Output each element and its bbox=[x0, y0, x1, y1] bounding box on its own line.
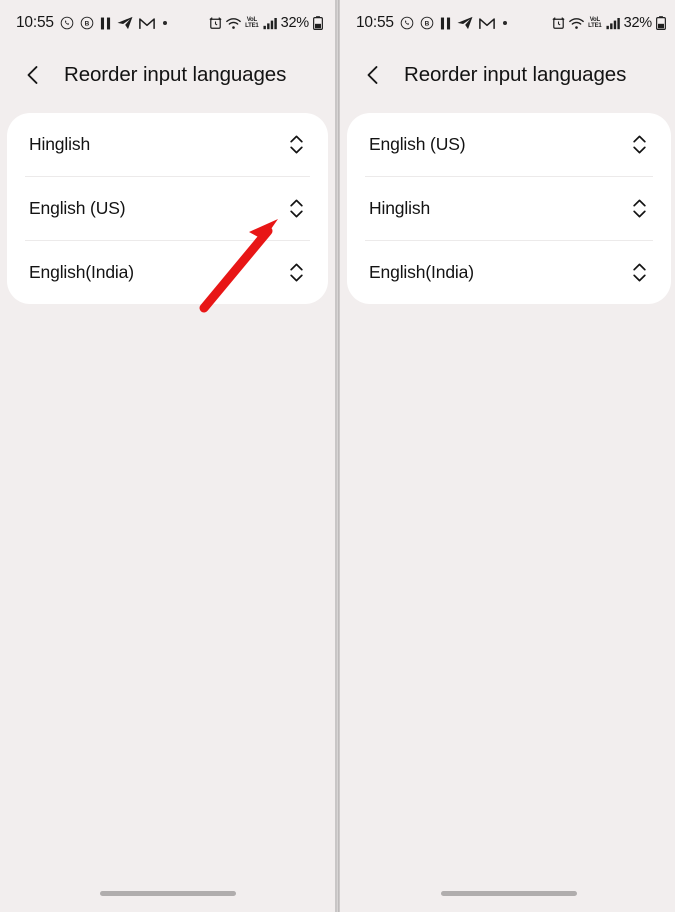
language-row[interactable]: Hinglish bbox=[7, 113, 328, 176]
battery-percent-label: 32% bbox=[623, 15, 653, 31]
status-bar-right: VoL LTE1 32% bbox=[552, 15, 666, 31]
circled-b-icon: B bbox=[80, 16, 94, 30]
app-header: Reorder input languages bbox=[0, 46, 335, 104]
comparison-screenshot: 10:55 B VoL LTE1 32% Reorder input langu… bbox=[0, 0, 675, 912]
language-row[interactable]: Hinglish bbox=[347, 177, 671, 240]
pause-icon bbox=[440, 17, 451, 30]
volte-bottom-label: LTE1 bbox=[588, 23, 602, 29]
wifi-icon bbox=[226, 17, 241, 30]
telegram-icon bbox=[457, 16, 473, 30]
chevron-left-icon[interactable] bbox=[360, 62, 386, 88]
page-title: Reorder input languages bbox=[64, 63, 287, 86]
phone-panel-after: 10:55 B VoL LTE1 32% Reorder input langu… bbox=[340, 0, 675, 912]
status-time: 10:55 bbox=[16, 14, 54, 31]
app-header: Reorder input languages bbox=[340, 46, 675, 104]
status-bar-left: 10:55 B bbox=[356, 14, 507, 32]
telegram-icon bbox=[117, 16, 133, 30]
whatsapp-icon bbox=[60, 16, 74, 30]
status-bar-left: 10:55 B bbox=[16, 14, 167, 32]
language-list-card: Hinglish English (US) English(India) bbox=[7, 113, 328, 304]
gmail-icon bbox=[138, 17, 155, 30]
language-row[interactable]: English(India) bbox=[7, 241, 328, 304]
status-time: 10:55 bbox=[356, 14, 394, 31]
language-list-card: English (US) Hinglish English(India) bbox=[347, 113, 671, 304]
status-bar: 10:55 B VoL LTE1 32% bbox=[340, 0, 675, 46]
language-label: Hinglish bbox=[29, 134, 91, 154]
reorder-handle-icon[interactable] bbox=[628, 194, 650, 224]
volte-icon: VoL LTE1 bbox=[588, 17, 602, 29]
language-label: English (US) bbox=[369, 134, 466, 154]
language-label: English(India) bbox=[369, 262, 474, 282]
page-title: Reorder input languages bbox=[404, 63, 627, 86]
status-bar-right: VoL LTE1 32% bbox=[209, 15, 323, 31]
language-label: Hinglish bbox=[369, 198, 431, 218]
battery-percent-label: 32% bbox=[280, 15, 310, 31]
chevron-left-icon[interactable] bbox=[20, 62, 46, 88]
wifi-icon bbox=[569, 17, 584, 30]
battery-icon bbox=[313, 16, 323, 30]
language-row[interactable]: English (US) bbox=[7, 177, 328, 240]
alarm-icon bbox=[209, 16, 222, 30]
home-indicator[interactable] bbox=[99, 891, 236, 896]
battery-icon bbox=[656, 16, 666, 30]
language-row[interactable]: English (US) bbox=[347, 113, 671, 176]
reorder-handle-icon[interactable] bbox=[285, 194, 307, 224]
svg-text:B: B bbox=[424, 20, 429, 27]
signal-icon bbox=[606, 17, 620, 30]
language-label: English(India) bbox=[29, 262, 134, 282]
dot-icon bbox=[162, 21, 167, 25]
gmail-icon bbox=[478, 17, 495, 30]
alarm-icon bbox=[552, 16, 565, 30]
reorder-handle-icon[interactable] bbox=[628, 258, 650, 288]
home-indicator[interactable] bbox=[441, 891, 577, 896]
language-label: English (US) bbox=[29, 198, 126, 218]
signal-icon bbox=[263, 17, 277, 30]
svg-text:B: B bbox=[84, 20, 89, 27]
status-bar: 10:55 B VoL LTE1 32% bbox=[0, 0, 335, 46]
dot-icon bbox=[502, 21, 507, 25]
volte-bottom-label: LTE1 bbox=[245, 23, 259, 29]
reorder-handle-icon[interactable] bbox=[285, 130, 307, 160]
volte-icon: VoL LTE1 bbox=[245, 17, 259, 29]
phone-panel-before: 10:55 B VoL LTE1 32% Reorder input langu… bbox=[0, 0, 335, 912]
circled-b-icon: B bbox=[420, 16, 434, 30]
pause-icon bbox=[100, 17, 111, 30]
reorder-handle-icon[interactable] bbox=[285, 258, 307, 288]
whatsapp-icon bbox=[400, 16, 414, 30]
language-row[interactable]: English(India) bbox=[347, 241, 671, 304]
reorder-handle-icon[interactable] bbox=[628, 130, 650, 160]
